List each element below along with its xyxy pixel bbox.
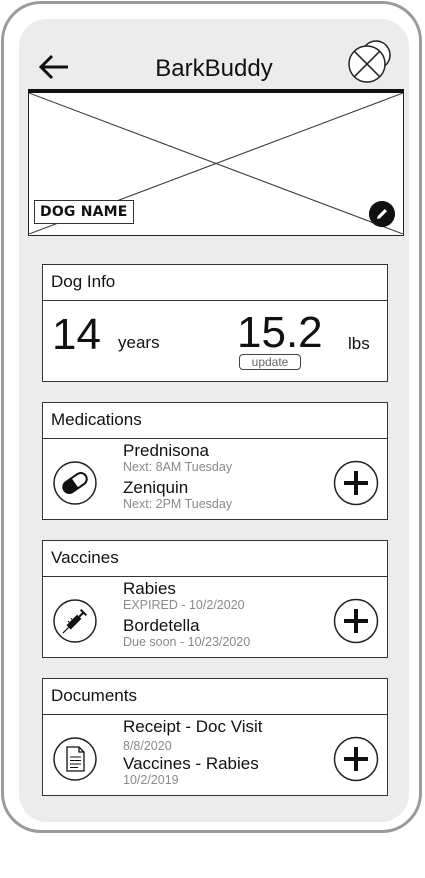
dog-photo-placeholder: DOG NAME <box>28 89 404 236</box>
vaccine-name-1[interactable]: Rabies <box>123 579 176 599</box>
dog-info-card: Dog Info 14 years 15.2 lbs update <box>42 264 388 382</box>
dog-info-body: 14 years 15.2 lbs update <box>43 301 387 381</box>
medication-name-1[interactable]: Prednisona <box>123 441 209 461</box>
phone-frame: BarkBuddy DOG NAME Dog Info 14 years 15.… <box>1 1 422 833</box>
documents-heading: Documents <box>43 679 387 715</box>
medications-heading: Medications <box>43 403 387 439</box>
update-weight-button[interactable]: update <box>239 354 301 370</box>
document-name-2[interactable]: Vaccines - Rabies <box>123 754 259 774</box>
vaccine-name-2[interactable]: Bordetella <box>123 616 200 636</box>
medications-card: Medications Prednisona Next: 8AM Tuesday… <box>42 402 388 520</box>
documents-body: Receipt - Doc Visit 8/8/2020 Vaccines - … <box>43 715 387 795</box>
document-detail-1: 8/8/2020 <box>123 739 172 753</box>
app-header: BarkBuddy <box>19 19 409 89</box>
medication-name-2[interactable]: Zeniquin <box>123 478 188 498</box>
age-value: 14 <box>52 310 101 359</box>
avatar-icon[interactable] <box>346 39 392 85</box>
vaccines-body: Rabies EXPIRED - 10/2/2020 Bordetella Du… <box>43 577 387 657</box>
dog-info-heading: Dog Info <box>43 265 387 301</box>
add-vaccine-plus-icon[interactable] <box>333 598 379 644</box>
document-icon <box>53 737 97 781</box>
document-name-1[interactable]: Receipt - Doc Visit <box>123 717 263 737</box>
document-detail-2: 10/2/2019 <box>123 773 179 787</box>
syringe-icon <box>53 599 97 643</box>
documents-card: Documents Receipt - Doc Visit 8/8/2020 V… <box>42 678 388 796</box>
age-unit: years <box>118 333 160 352</box>
vaccine-detail-2: Due soon - 10/23/2020 <box>123 635 251 649</box>
add-document-plus-icon[interactable] <box>333 736 379 782</box>
weight-unit: lbs <box>348 334 370 353</box>
medication-detail-1: Next: 8AM Tuesday <box>123 460 233 474</box>
medication-detail-2: Next: 2PM Tuesday <box>123 497 233 511</box>
vaccines-heading: Vaccines <box>43 541 387 577</box>
app-screen: BarkBuddy DOG NAME Dog Info 14 years 15.… <box>19 19 409 822</box>
dog-name-label[interactable]: DOG NAME <box>34 200 134 224</box>
pill-icon <box>53 461 97 505</box>
add-medication-plus-icon[interactable] <box>333 460 379 506</box>
edit-pencil-icon[interactable] <box>369 201 395 227</box>
vaccine-detail-1: EXPIRED - 10/2/2020 <box>123 598 245 612</box>
medications-body: Prednisona Next: 8AM Tuesday Zeniquin Ne… <box>43 439 387 519</box>
vaccines-card: Vaccines Rabies EXPIRED - 10/2/2020 Bord <box>42 540 388 658</box>
weight-value: 15.2 <box>237 308 323 357</box>
